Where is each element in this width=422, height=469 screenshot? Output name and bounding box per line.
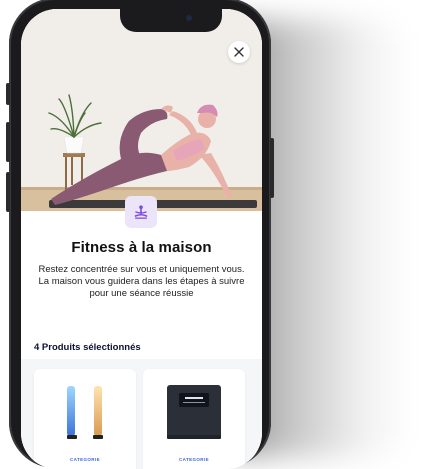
- phone-notch: [120, 6, 222, 32]
- yoga-illustration: [21, 9, 262, 211]
- close-button[interactable]: [228, 41, 250, 63]
- modal-title: Fitness à la maison: [71, 239, 212, 256]
- smart-scale-image: [167, 385, 221, 439]
- product-card[interactable]: CATEGORIE: [34, 369, 136, 469]
- mute-switch: [6, 83, 10, 105]
- product-card[interactable]: CATEGORIE: [143, 369, 245, 469]
- app-screen: Fitness à la maison Restez concentrée su…: [21, 9, 262, 469]
- modal-content: Fitness à la maison Restez concentrée su…: [21, 239, 262, 301]
- light-bars-image: [67, 386, 103, 439]
- product-category: CATEGORIE: [178, 457, 210, 462]
- hero-image: [21, 9, 262, 211]
- meditation-icon: [134, 205, 148, 219]
- volume-down-button: [6, 172, 10, 212]
- close-icon: [234, 47, 244, 57]
- category-badge: [125, 196, 157, 228]
- products-section-title: 4 Produits sélectionnés: [34, 342, 141, 353]
- volume-up-button: [6, 122, 10, 162]
- product-category: CATEGORIE: [69, 457, 101, 462]
- camera-dot: [186, 15, 192, 21]
- products-carousel: CATEGORIE CATEGORIE: [21, 359, 262, 469]
- power-button: [270, 138, 274, 198]
- modal-description: Restez concentrée sur vous et uniquement…: [38, 264, 245, 300]
